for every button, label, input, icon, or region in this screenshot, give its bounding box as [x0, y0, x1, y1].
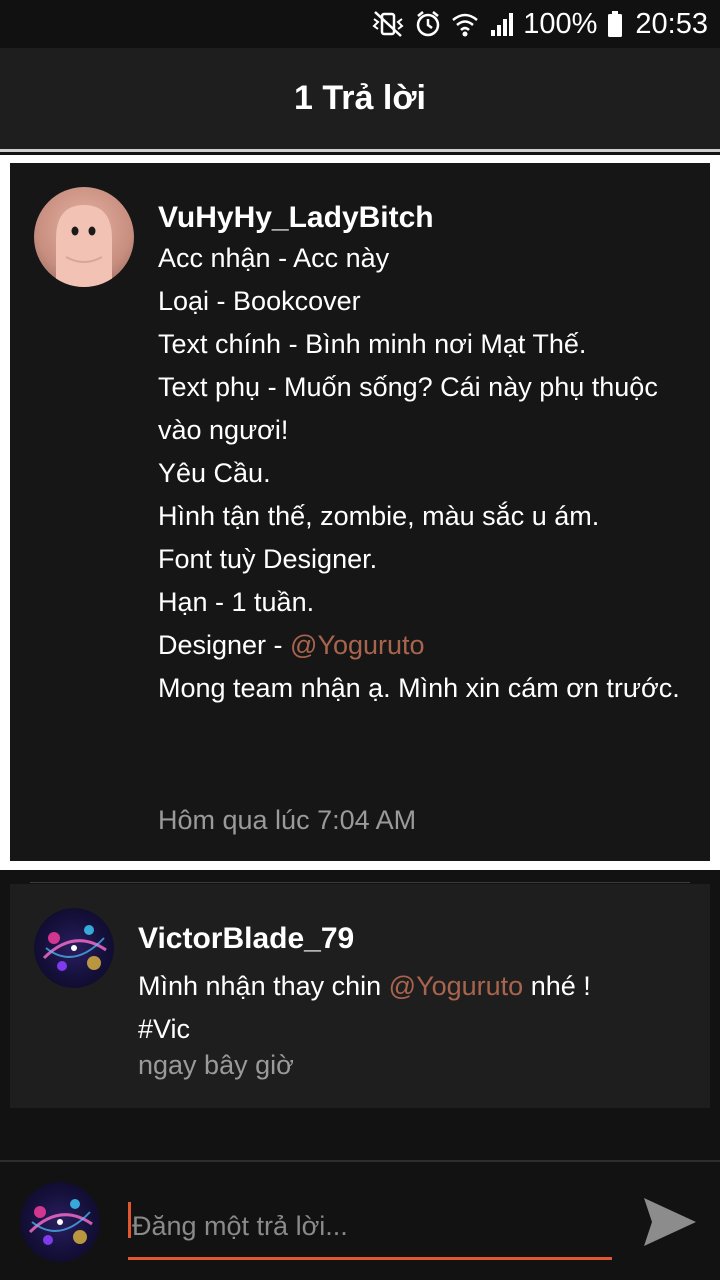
- post-line: Hình tận thế, zombie, màu sắc u ám.: [158, 501, 600, 531]
- reply-text-suffix: nhé !: [523, 971, 591, 1001]
- mute-vibrate-icon: [371, 10, 405, 38]
- divider: [30, 882, 690, 883]
- page-title: 1 Trả lời: [294, 79, 426, 117]
- post-body: Acc nhận - Acc này Loại - Bookcover Text…: [158, 237, 698, 710]
- post-line: Text chính - Bình minh nơi Mạt Thế.: [158, 329, 587, 359]
- clock: 20:53: [635, 7, 708, 40]
- post-line: Mong team nhận ạ. Mình xin cám ơn trước.: [158, 673, 680, 703]
- galaxy-avatar-icon: [42, 925, 107, 971]
- designer-label: Designer -: [158, 630, 291, 660]
- post-line: Acc nhận - Acc này: [158, 243, 390, 273]
- post-line: Hạn - 1 tuần.: [158, 587, 315, 617]
- post-line: Yêu Cầu.: [158, 458, 271, 488]
- battery-percent: 100%: [523, 7, 598, 40]
- signal-icon: [489, 10, 515, 38]
- avatar[interactable]: [34, 187, 134, 287]
- post-line: Loại - Bookcover: [158, 286, 361, 316]
- text-cursor: [128, 1202, 131, 1238]
- send-icon: [644, 1198, 696, 1246]
- send-button[interactable]: [640, 1192, 700, 1252]
- galaxy-avatar-icon: [28, 1199, 93, 1245]
- ghost-avatar-icon: [56, 205, 112, 287]
- app-bar: 1 Trả lời: [0, 48, 720, 152]
- battery-icon: [607, 10, 623, 38]
- mention-link[interactable]: @Yoguruto: [389, 971, 524, 1001]
- avatar[interactable]: [34, 908, 114, 988]
- alarm-icon: [415, 10, 441, 38]
- wifi-icon: [451, 10, 479, 38]
- original-post-frame: VuHyHy_LadyBitch Acc nhận - Acc này Loại…: [0, 155, 720, 870]
- post-author[interactable]: VuHyHy_LadyBitch: [158, 201, 434, 235]
- compose-bar: [0, 1160, 720, 1280]
- post-line: Font tuỳ Designer.: [158, 544, 378, 574]
- original-post: VuHyHy_LadyBitch Acc nhận - Acc này Loại…: [10, 163, 710, 861]
- reply-item: VictorBlade_79 Mình nhận thay chin @Yogu…: [10, 884, 710, 1108]
- reply-text: Mình nhận thay chin: [138, 971, 389, 1001]
- post-timestamp: Hôm qua lúc 7:04 AM: [158, 805, 417, 835]
- post-line-designer: Designer - @Yoguruto: [158, 624, 698, 667]
- mention-link[interactable]: @Yoguruto: [290, 630, 425, 660]
- hashtag: #Vic: [138, 1014, 191, 1044]
- avatar[interactable]: [20, 1182, 100, 1262]
- reply-timestamp: ngay bây giờ: [138, 1050, 294, 1080]
- post-line: Text phụ - Muốn sống? Cái này phụ thuộc …: [158, 372, 658, 445]
- reply-body: Mình nhận thay chin @Yoguruto nhé ! #Vic: [138, 965, 698, 1051]
- reply-input[interactable]: [128, 1196, 612, 1260]
- reply-author[interactable]: VictorBlade_79: [138, 922, 354, 956]
- status-bar: 100% 20:53: [0, 0, 720, 48]
